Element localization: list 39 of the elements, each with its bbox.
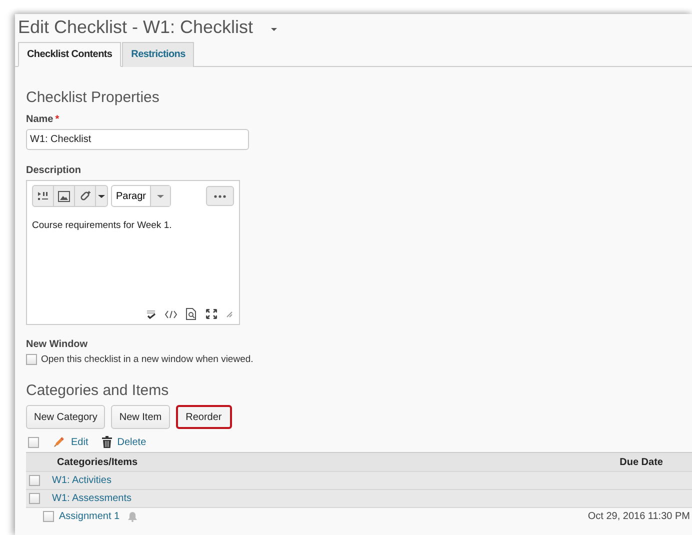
category-link[interactable]: W1: Assessments [52, 493, 132, 504]
due-date: Oct 29, 2016 11:30 PM [588, 511, 691, 522]
name-field[interactable]: W1: Checklist [26, 129, 249, 150]
checkbox[interactable] [29, 475, 40, 486]
toolbar-button[interactable]: Reorder [176, 405, 232, 429]
field-label: Name [26, 114, 54, 125]
item-link[interactable]: Assignment 1 [59, 511, 120, 522]
checkbox[interactable] [43, 511, 54, 522]
checkbox[interactable] [28, 436, 39, 448]
column-header: Categories/Items [57, 456, 138, 468]
toolbar-button[interactable]: New Item [111, 405, 170, 429]
delete-link[interactable]: Delete [117, 436, 146, 448]
category-link[interactable]: W1: Activities [52, 475, 112, 486]
section-heading: Categories and Items [26, 382, 170, 399]
edit-link[interactable]: Edit [71, 436, 88, 448]
code-icon[interactable] [165, 310, 177, 318]
field-label: Description [26, 165, 82, 176]
section-heading: Checklist Properties [26, 89, 160, 106]
delete-icon[interactable] [102, 436, 112, 448]
column-header: Due Date [620, 456, 664, 468]
required-mark: * [55, 114, 60, 125]
description-text: Course requirements for Week 1. [32, 220, 173, 233]
checkbox[interactable] [26, 354, 37, 365]
toolbar-button[interactable]: New Category [26, 405, 106, 429]
format-dropdown[interactable]: Paragr [111, 185, 172, 207]
checkbox[interactable] [29, 493, 40, 504]
tab[interactable]: Restrictions [122, 42, 194, 67]
description-editor[interactable]: Paragr Course requirements for Week 1. [26, 180, 240, 325]
bell-icon [126, 511, 138, 522]
edit-icon[interactable] [53, 436, 66, 448]
resize-icon[interactable] [226, 310, 233, 318]
more-icon[interactable] [206, 186, 234, 206]
fullscreen-icon[interactable] [206, 309, 217, 319]
tab[interactable]: Checklist Contents [18, 42, 122, 67]
spellcheck-icon[interactable] [146, 309, 156, 319]
checkbox-label: Open this checklist in a new window when viewed. [41, 354, 254, 365]
field-label: New Window [26, 339, 89, 350]
preview-icon[interactable] [186, 308, 197, 320]
page-title: Edit Checklist - W1: Checklist [18, 16, 254, 38]
